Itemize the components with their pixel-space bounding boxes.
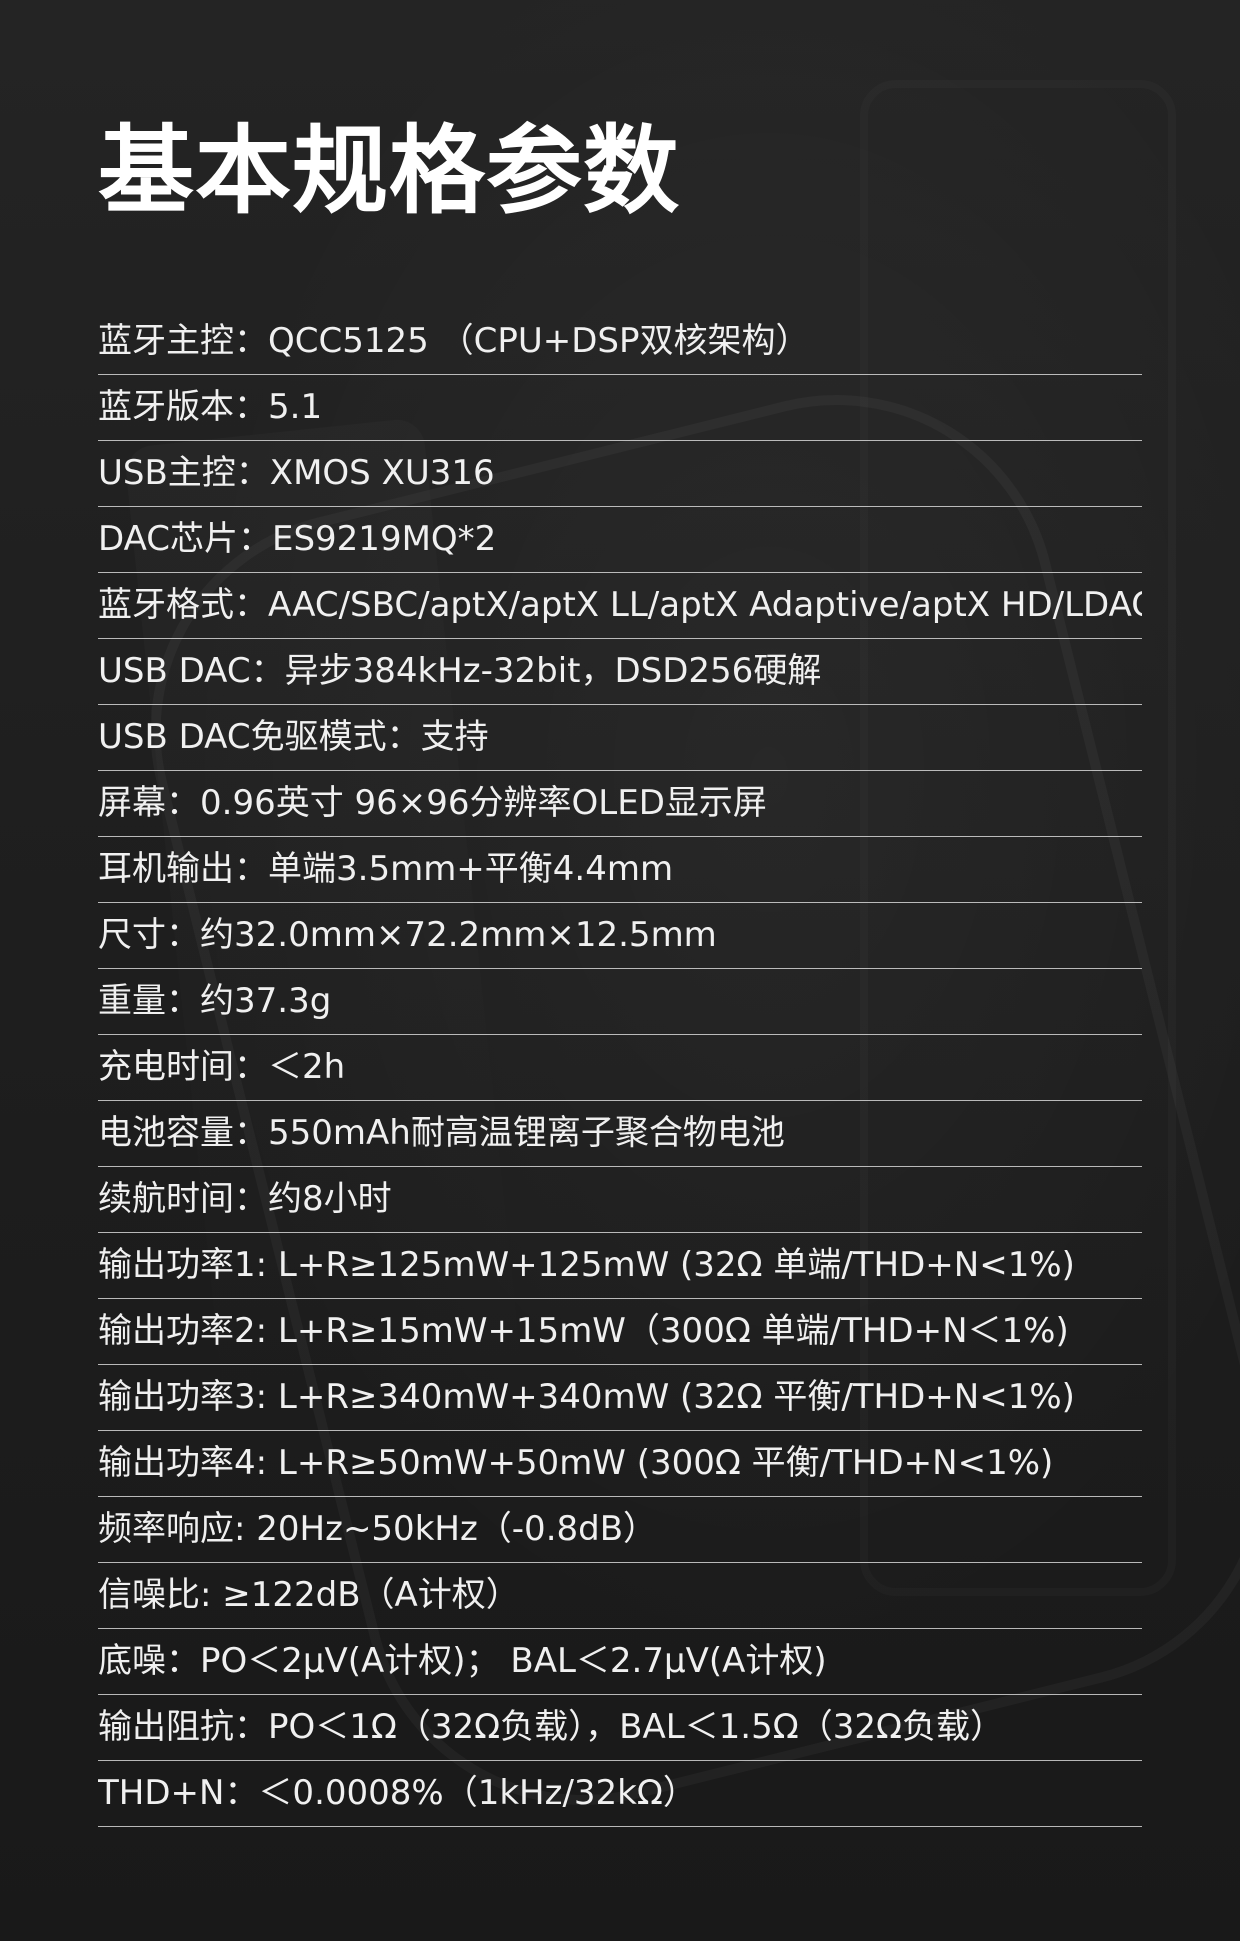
spec-row: THD+N：＜0.0008%（1kHz/32kΩ） — [98, 1761, 1142, 1827]
spec-row: 信噪比: ≥122dB（A计权） — [98, 1563, 1142, 1629]
spec-list: 蓝牙主控：QCC5125 （CPU+DSP双核架构） 蓝牙版本：5.1 USB主… — [98, 309, 1142, 1827]
spec-row: 输出功率2: L+R≥15mW+15mW（300Ω 单端/THD+N＜1%) — [98, 1299, 1142, 1365]
spec-row: USB DAC免驱模式：支持 — [98, 705, 1142, 771]
spec-row: 重量：约37.3g — [98, 969, 1142, 1035]
spec-row: 蓝牙主控：QCC5125 （CPU+DSP双核架构） — [98, 309, 1142, 375]
spec-row: 输出阻抗：PO＜1Ω（32Ω负载），BAL＜1.5Ω（32Ω负载） — [98, 1695, 1142, 1761]
spec-row: 输出功率4: L+R≥50mW+50mW (300Ω 平衡/THD+N<1%) — [98, 1431, 1142, 1497]
spec-row: 充电时间：＜2h — [98, 1035, 1142, 1101]
spec-row: 尺寸：约32.0mm×72.2mm×12.5mm — [98, 903, 1142, 969]
spec-row: USB DAC：异步384kHz-32bit，DSD256硬解 — [98, 639, 1142, 705]
spec-row: USB主控：XMOS XU316 — [98, 441, 1142, 507]
spec-row: 底噪：PO＜2μV(A计权)； BAL＜2.7μV(A计权) — [98, 1629, 1142, 1695]
spec-row: 屏幕：0.96英寸 96×96分辨率OLED显示屏 — [98, 771, 1142, 837]
spec-row: 耳机输出：单端3.5mm+平衡4.4mm — [98, 837, 1142, 903]
spec-row: 续航时间：约8小时 — [98, 1167, 1142, 1233]
spec-row: 输出功率3: L+R≥340mW+340mW (32Ω 平衡/THD+N<1%) — [98, 1365, 1142, 1431]
spec-row: 蓝牙版本：5.1 — [98, 375, 1142, 441]
spec-page: 基本规格参数 蓝牙主控：QCC5125 （CPU+DSP双核架构） 蓝牙版本：5… — [0, 0, 1240, 1827]
spec-row: 输出功率1: L+R≥125mW+125mW (32Ω 单端/THD+N<1%) — [98, 1233, 1142, 1299]
spec-row: 蓝牙格式：AAC/SBC/aptX/aptX LL/aptX Adaptive/… — [98, 573, 1142, 639]
spec-row: 电池容量：550mAh耐高温锂离子聚合物电池 — [98, 1101, 1142, 1167]
page-title: 基本规格参数 — [98, 115, 680, 227]
spec-row: 频率响应: 20Hz~50kHz（-0.8dB） — [98, 1497, 1142, 1563]
spec-row: DAC芯片：ES9219MQ*2 — [98, 507, 1142, 573]
